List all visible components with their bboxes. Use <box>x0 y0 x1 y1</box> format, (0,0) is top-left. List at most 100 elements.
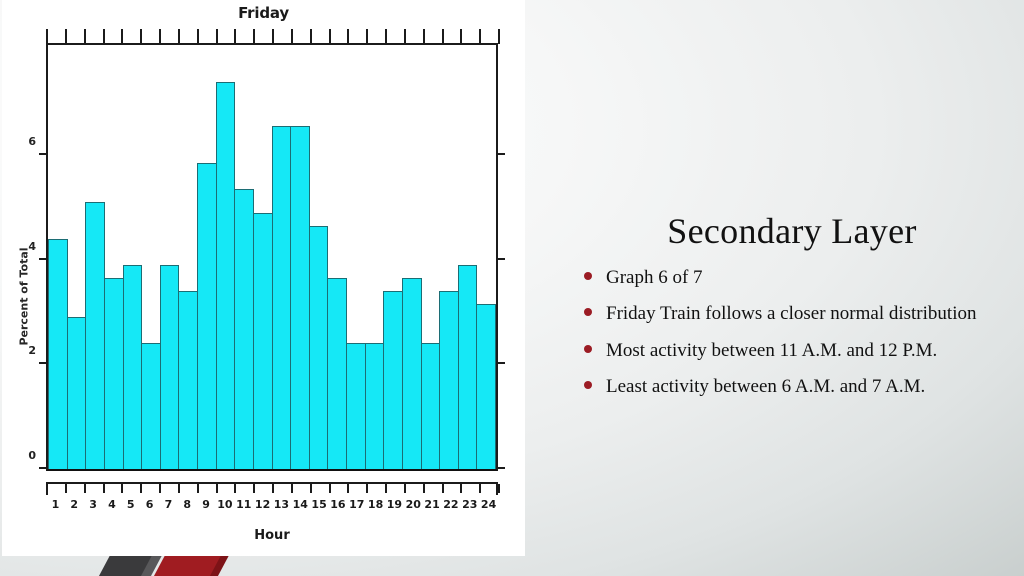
chart-bottom-tick <box>46 484 48 493</box>
chart-y-tick-label: 2 <box>28 344 36 358</box>
chart-y-tick-label: 0 <box>28 449 36 462</box>
chart-bottom-tick <box>385 484 387 493</box>
chart-bar <box>346 343 366 469</box>
page-title: Secondary Layer <box>667 211 917 251</box>
chart-top-tick <box>309 29 312 44</box>
chart-top-tick <box>83 29 86 44</box>
bullet-dot-icon <box>584 308 592 317</box>
chart-bottom-tick <box>479 484 482 493</box>
chart-top-tick <box>140 29 143 44</box>
chart-bottom-tick <box>253 484 256 493</box>
bullet-item: Least activity between 6 A.M. and 7 A.M. <box>578 375 1006 399</box>
chart-bottom-tick <box>102 484 105 493</box>
bullet-dot-icon <box>584 344 592 353</box>
chart-bar <box>383 291 403 469</box>
chart-bar <box>103 277 124 469</box>
chart-bottom-tick <box>422 484 425 493</box>
chart-bar <box>48 238 68 469</box>
chart-bottom-tick <box>140 484 143 493</box>
bullet-item: Most activity between 11 A.M. and 12 P.M… <box>578 339 1006 363</box>
chart-bar <box>476 304 496 469</box>
chart-top-tick <box>498 29 500 44</box>
chart-bar <box>141 343 161 469</box>
chart-bottom-tick <box>196 484 199 493</box>
chart-bar <box>364 343 385 469</box>
chart-top-tick <box>441 29 444 44</box>
chart-bar <box>420 343 441 469</box>
chart-y-tick-label: 6 <box>28 134 36 148</box>
chart-y-tick <box>39 152 48 155</box>
chart-top-tick <box>347 29 350 44</box>
chart-bottom-tick <box>328 484 331 493</box>
chart-bar <box>290 126 310 469</box>
chart-top-tick <box>385 29 387 44</box>
chart-bottom-tick <box>159 484 161 493</box>
chart-bottom-tick <box>347 484 350 493</box>
bullet-text: Most activity between 11 A.M. and 12 P.M… <box>606 339 938 361</box>
chart-top-tick <box>366 29 369 44</box>
chart-x-tick-label: 24 <box>480 498 497 511</box>
chart-top-tick <box>46 29 48 44</box>
chart-bar <box>308 225 329 469</box>
chart-top-tick <box>121 29 124 44</box>
chart-y-tick-label: 4 <box>28 239 36 253</box>
bullet-text: Friday Train follows a closer normal dis… <box>606 303 977 325</box>
chart-bottom-tick <box>366 484 369 493</box>
chart-bar <box>197 162 217 469</box>
chart-y-tick <box>39 467 48 469</box>
chart-top-tick <box>234 29 237 44</box>
chart-bar <box>159 264 180 469</box>
chart-bar <box>327 277 347 469</box>
chart-top-tick <box>196 29 199 44</box>
bullet-item: Graph 6 of 7 <box>578 266 1006 290</box>
chart-bottom-tick <box>215 484 218 493</box>
chart-y-axis-label: Percent of Total <box>17 247 31 346</box>
chart-top-tick <box>102 29 105 44</box>
bullet-dot-icon <box>584 272 592 280</box>
chart-bottom-tick <box>403 484 406 493</box>
chart-top-tick <box>403 29 406 44</box>
chart-bottom-tick <box>177 484 180 493</box>
chart-plot-area: 0 2 4 6 <box>28 43 505 471</box>
chart-bottom-tick <box>83 484 86 493</box>
chart-y-tick-right <box>496 257 505 260</box>
chart-top-tick <box>177 29 180 44</box>
chart-top-tick <box>215 29 218 44</box>
chart-x-axis-label: Hour <box>254 528 290 543</box>
chart-bottom-axis <box>46 482 500 496</box>
bullet-text: Graph 6 of 7 <box>606 267 703 288</box>
bullet-dot-icon <box>584 380 592 389</box>
chart-y-tick-right <box>496 467 505 469</box>
chart-bottom-tick <box>460 484 463 493</box>
chart-top-tick <box>272 29 274 44</box>
chart-top-tick <box>422 29 425 44</box>
chart-bottom-tick <box>290 484 293 493</box>
chart-top-tick <box>479 29 482 44</box>
chart-top-tick <box>159 29 161 44</box>
chart-bar <box>252 212 273 469</box>
chart-bar <box>234 188 254 469</box>
chart-bottom-tick <box>64 484 67 493</box>
slide-content: Secondary Layer Graph 6 of 7 Friday Train… <box>560 0 1024 576</box>
chart-bottom-tick <box>441 484 444 493</box>
chart-image: Friday Percent of Total 0246 1 2 3 4 5 6 7 8 9 10… <box>2 0 525 556</box>
chart-y-tick-right <box>496 152 505 155</box>
chart-y-tick-right <box>496 362 505 365</box>
chart-bar <box>178 291 198 469</box>
chart-top-tick <box>328 29 331 44</box>
chart-y-tick <box>39 257 48 260</box>
chart-bottom-tick <box>121 484 124 493</box>
chart-top-tick <box>64 29 67 44</box>
slide-canvas: Friday Percent of Total 0246 1 2 3 4 5 6 7 8 9 10… <box>0 0 1024 576</box>
chart-y-tick <box>39 362 48 365</box>
chart-bar <box>85 202 105 469</box>
chart-title: Friday <box>238 4 289 22</box>
chart-bar <box>439 291 459 469</box>
chart-x-tick-labels: 1 2 3 4 5 6 7 8 9 10 11 12 13 14 15 16 17 18 19 20 21 22 23 24 <box>46 498 498 518</box>
bullet-text: Least activity between 6 A.M. and 7 A.M. <box>606 375 926 397</box>
chart-top-tick <box>460 29 463 44</box>
chart-bottom-tick <box>272 484 274 493</box>
chart-bottom-tick <box>309 484 312 493</box>
chart-bar <box>215 81 236 469</box>
bullet-list: Graph 6 of 7 Friday Train follows a close… <box>578 266 1006 411</box>
